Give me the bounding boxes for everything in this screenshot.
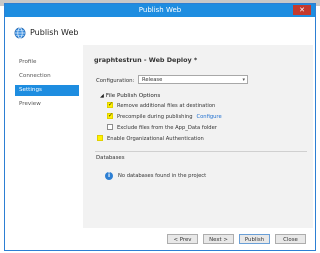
precompile-label-group: Precompile during publishing Configure bbox=[117, 113, 222, 121]
prev-button[interactable]: < Prev bbox=[167, 234, 198, 244]
enable-org-auth-checkbox[interactable] bbox=[97, 135, 103, 141]
configure-link[interactable]: Configure bbox=[197, 114, 222, 120]
enable-org-auth-label: Enable Organizational Authentication bbox=[107, 136, 204, 142]
configuration-select[interactable]: Release ▾ bbox=[138, 75, 248, 84]
title-bar[interactable]: Publish Web ✕ bbox=[5, 4, 315, 17]
exclude-app-data-label: Exclude files from the App_Data folder bbox=[117, 125, 217, 131]
sidebar-item-connection[interactable]: Connection bbox=[15, 71, 79, 82]
configuration-label: Configuration: bbox=[96, 78, 135, 84]
sidebar-item-settings[interactable]: Settings bbox=[15, 85, 79, 96]
wizard-sidebar: Profile Connection Settings Preview bbox=[5, 45, 81, 240]
remove-additional-files-label: Remove additional files at destination bbox=[117, 103, 216, 109]
window-close-button[interactable]: ✕ bbox=[293, 5, 311, 15]
no-databases-message: No databases found in the project bbox=[118, 173, 207, 179]
section-divider bbox=[95, 151, 307, 152]
dialog-header: Publish Web bbox=[5, 17, 315, 45]
file-publish-options-heading[interactable]: ◢ File Publish Options bbox=[100, 93, 160, 99]
sidebar-item-preview[interactable]: Preview bbox=[15, 99, 79, 110]
settings-panel: graphtestrun - Web Deploy * Configuratio… bbox=[83, 45, 313, 240]
file-publish-options-label: File Publish Options bbox=[105, 93, 161, 99]
sidebar-item-profile[interactable]: Profile bbox=[15, 57, 79, 68]
info-icon: i bbox=[105, 172, 113, 180]
remove-additional-files-checkbox[interactable] bbox=[107, 101, 113, 109]
publish-button[interactable]: Publish bbox=[239, 234, 270, 244]
profile-title: graphtestrun - Web Deploy * bbox=[94, 56, 198, 64]
publish-web-dialog: Publish Web ✕ Publish Web Profile Connec… bbox=[4, 3, 316, 251]
databases-heading: Databases bbox=[96, 155, 125, 161]
precompile-label: Precompile during publishing bbox=[117, 114, 193, 120]
collapse-triangle-icon: ◢ bbox=[100, 93, 104, 99]
exclude-app-data-checkbox[interactable] bbox=[107, 124, 113, 130]
next-button[interactable]: Next > bbox=[203, 234, 234, 244]
close-button[interactable]: Close bbox=[275, 234, 306, 244]
configuration-value: Release bbox=[142, 77, 163, 83]
globe-icon bbox=[14, 27, 26, 39]
chevron-down-icon: ▾ bbox=[242, 77, 245, 83]
precompile-checkbox[interactable] bbox=[107, 112, 113, 120]
window-title: Publish Web bbox=[138, 6, 182, 14]
dialog-footer: < Prev Next > Publish Close bbox=[5, 228, 315, 250]
dialog-heading: Publish Web bbox=[30, 28, 79, 37]
